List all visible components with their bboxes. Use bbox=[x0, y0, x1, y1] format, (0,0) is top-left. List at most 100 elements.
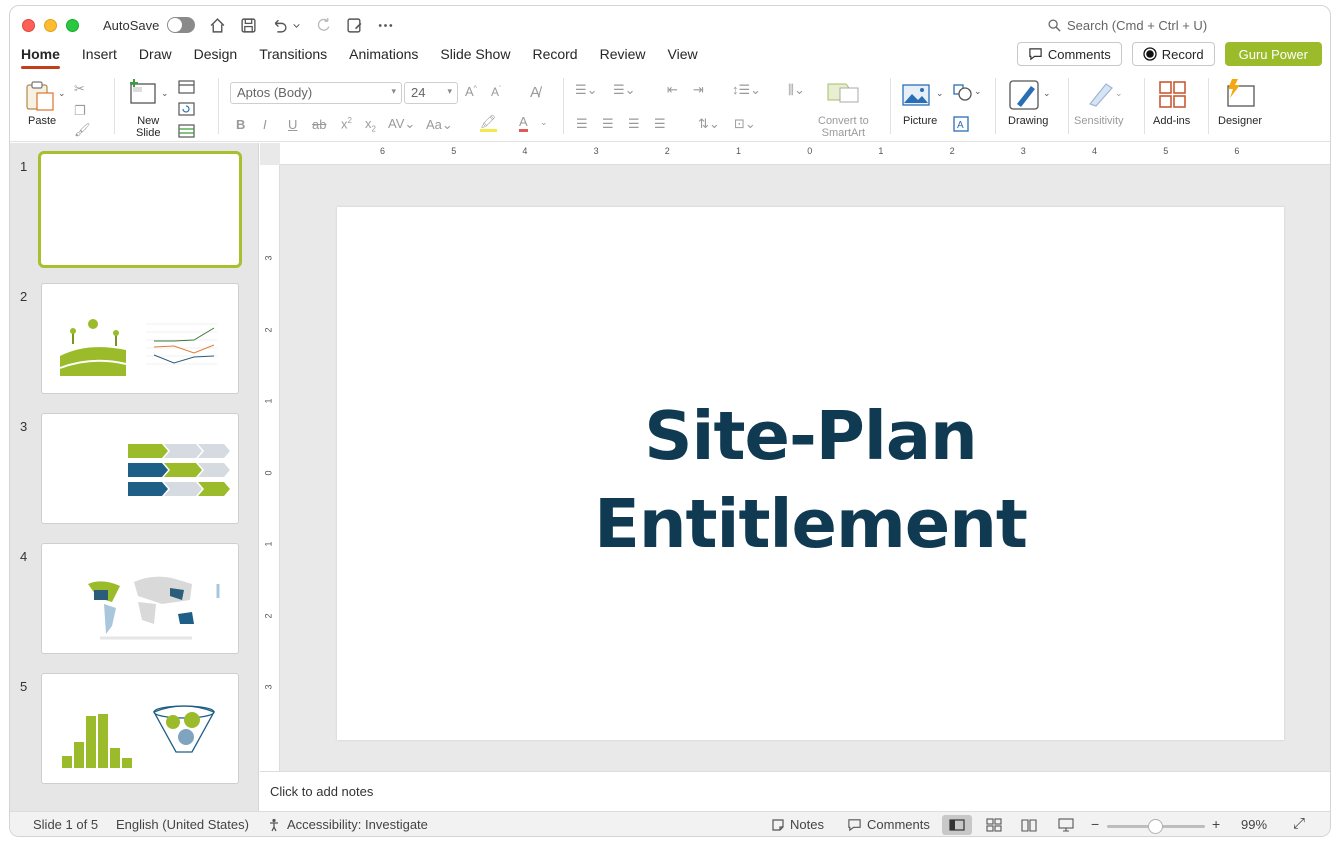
designer-icon[interactable] bbox=[1224, 78, 1256, 108]
add-ins-label[interactable]: Add-ins bbox=[1153, 115, 1190, 127]
slide-thumbnail-5[interactable] bbox=[41, 673, 239, 784]
decrease-font-size-icon[interactable]: Aˇ bbox=[491, 85, 501, 99]
new-slide-dropdown-chevron-icon[interactable]: ⌄ bbox=[161, 88, 169, 99]
tab-design[interactable]: Design bbox=[183, 44, 249, 72]
line-spacing-icon[interactable]: ↕☰⌄ bbox=[732, 82, 761, 98]
zoom-slider-handle[interactable] bbox=[1148, 819, 1163, 834]
autosave-toggle[interactable] bbox=[167, 17, 196, 33]
horizontal-ruler[interactable]: 6 5 4 3 2 1 0 1 2 3 4 5 6 bbox=[280, 143, 1330, 165]
align-right-icon[interactable]: ☰ bbox=[628, 116, 640, 132]
slide-thumbnail-1[interactable] bbox=[38, 151, 242, 268]
zoom-window-button[interactable] bbox=[66, 18, 79, 32]
vertical-ruler[interactable]: 3 2 1 0 1 2 3 bbox=[260, 165, 280, 771]
slide-thumbnail-2[interactable] bbox=[41, 283, 239, 394]
designer-label[interactable]: Designer bbox=[1218, 115, 1262, 127]
accessibility-status[interactable]: Accessibility: Investigate bbox=[268, 817, 428, 832]
record-button[interactable]: Record bbox=[1131, 42, 1215, 66]
sensitivity-label[interactable]: Sensitivity bbox=[1074, 115, 1124, 127]
highlight-color-icon[interactable]: 🖍 bbox=[480, 115, 497, 132]
picture-label[interactable]: Picture bbox=[903, 115, 937, 127]
numbering-icon[interactable]: ☰⌄ bbox=[613, 82, 636, 98]
align-center-icon[interactable]: ☰ bbox=[602, 116, 614, 132]
new-slide-label[interactable]: New Slide bbox=[136, 115, 160, 139]
change-case-icon[interactable]: Aa⌄ bbox=[426, 117, 453, 133]
zoom-in-button[interactable]: + bbox=[1212, 816, 1220, 832]
copy-icon[interactable]: ❐ bbox=[74, 103, 86, 119]
search-box[interactable]: Search (Cmd + Ctrl + U) bbox=[1048, 18, 1207, 33]
justify-icon[interactable]: ☰ bbox=[654, 116, 666, 132]
tab-animations[interactable]: Animations bbox=[338, 44, 429, 72]
tab-insert[interactable]: Insert bbox=[71, 44, 128, 72]
slide-thumbnails-pane[interactable]: 1 2 3 4 5 bbox=[10, 143, 259, 811]
font-color-chevron-icon[interactable]: ⌄ bbox=[540, 117, 548, 128]
language-status[interactable]: English (United States) bbox=[116, 817, 249, 832]
notes-pane[interactable]: Click to add notes bbox=[260, 771, 1330, 811]
slide-title[interactable]: Site-Plan Entitlement bbox=[337, 392, 1284, 568]
section-icon[interactable] bbox=[178, 124, 196, 138]
decrease-indent-icon[interactable]: ⇤ bbox=[667, 82, 678, 98]
more-options-icon[interactable] bbox=[377, 17, 394, 34]
text-box-icon[interactable]: A bbox=[953, 116, 969, 132]
new-slide-icon[interactable] bbox=[128, 78, 158, 108]
paste-label[interactable]: Paste bbox=[28, 115, 56, 127]
shapes-chevron-icon[interactable]: ⌄ bbox=[974, 86, 982, 97]
tab-review[interactable]: Review bbox=[589, 44, 657, 72]
slide-show-view-button[interactable] bbox=[1051, 815, 1081, 835]
slide-thumbnail-3[interactable] bbox=[41, 413, 239, 524]
paste-dropdown-chevron-icon[interactable]: ⌄ bbox=[58, 88, 66, 99]
save-as-icon[interactable] bbox=[346, 17, 363, 34]
columns-icon[interactable]: ⫼⌄ bbox=[788, 82, 805, 98]
drawing-icon[interactable] bbox=[1009, 80, 1041, 110]
save-icon[interactable] bbox=[240, 17, 257, 34]
character-spacing-icon[interactable]: AV⌄ bbox=[388, 116, 415, 132]
format-painter-icon[interactable]: 🖌 bbox=[74, 122, 91, 138]
comments-button[interactable]: Comments bbox=[1016, 42, 1122, 66]
comments-toggle[interactable]: Comments bbox=[847, 817, 930, 832]
align-left-icon[interactable]: ☰ bbox=[576, 116, 588, 132]
text-direction-icon[interactable]: ⇅⌄ bbox=[698, 116, 720, 132]
undo-icon[interactable] bbox=[271, 17, 288, 34]
notes-toggle[interactable]: Notes bbox=[771, 817, 824, 832]
home-icon[interactable] bbox=[209, 17, 226, 34]
tab-home[interactable]: Home bbox=[10, 44, 71, 72]
strikethrough-icon[interactable]: ab bbox=[312, 117, 326, 132]
underline-icon[interactable]: U bbox=[288, 117, 297, 132]
paste-icon[interactable] bbox=[24, 80, 56, 112]
cut-icon[interactable]: ✂ bbox=[74, 81, 85, 97]
increase-font-size-icon[interactable]: A^ bbox=[465, 84, 477, 99]
convert-smartart-label[interactable]: Convert to SmartArt bbox=[818, 115, 869, 139]
bullets-icon[interactable]: ☰⌄ bbox=[575, 82, 598, 98]
close-window-button[interactable] bbox=[22, 18, 35, 32]
minimize-window-button[interactable] bbox=[44, 18, 57, 32]
normal-view-button[interactable] bbox=[942, 815, 972, 835]
bold-icon[interactable]: B bbox=[236, 117, 245, 132]
subscript-icon[interactable]: x2 bbox=[365, 116, 376, 134]
reset-slide-icon[interactable] bbox=[178, 102, 196, 116]
tab-view[interactable]: View bbox=[657, 44, 709, 72]
font-name-select[interactable]: Aptos (Body) ▾ bbox=[230, 82, 402, 104]
increase-indent-icon[interactable]: ⇥ bbox=[693, 82, 704, 98]
layout-icon[interactable] bbox=[178, 80, 196, 94]
drawing-label[interactable]: Drawing bbox=[1008, 115, 1048, 127]
align-text-icon[interactable]: ⊡⌄ bbox=[734, 116, 756, 132]
tab-draw[interactable]: Draw bbox=[128, 44, 183, 72]
shapes-icon[interactable] bbox=[953, 84, 973, 102]
italic-icon[interactable]: I bbox=[263, 117, 267, 132]
zoom-level[interactable]: 99% bbox=[1241, 817, 1267, 832]
slide-editor[interactable]: 6 5 4 3 2 1 0 1 2 3 4 5 6 3 2 1 0 1 2 3 Site-Plan Entitlem… bbox=[260, 143, 1330, 771]
drawing-chevron-icon[interactable]: ⌄ bbox=[1043, 88, 1051, 99]
font-size-select[interactable]: 24 ▾ bbox=[404, 82, 458, 104]
guru-power-button[interactable]: Guru Power bbox=[1224, 42, 1322, 66]
tab-slide-show[interactable]: Slide Show bbox=[429, 44, 521, 72]
slide-thumbnail-4[interactable] bbox=[41, 543, 239, 654]
zoom-out-button[interactable]: − bbox=[1091, 816, 1099, 832]
slide-sorter-view-button[interactable] bbox=[979, 815, 1009, 835]
tab-transitions[interactable]: Transitions bbox=[248, 44, 338, 72]
fit-to-window-icon[interactable]: ⤢ bbox=[1293, 815, 1305, 832]
tab-record[interactable]: Record bbox=[521, 44, 588, 72]
smartart-icon[interactable] bbox=[826, 80, 860, 104]
picture-chevron-icon[interactable]: ⌄ bbox=[936, 88, 944, 99]
clear-formatting-icon[interactable]: A̸ bbox=[530, 84, 540, 101]
sensitivity-chevron-icon[interactable]: ⌄ bbox=[1115, 88, 1123, 99]
font-color-icon[interactable]: A bbox=[519, 115, 528, 132]
